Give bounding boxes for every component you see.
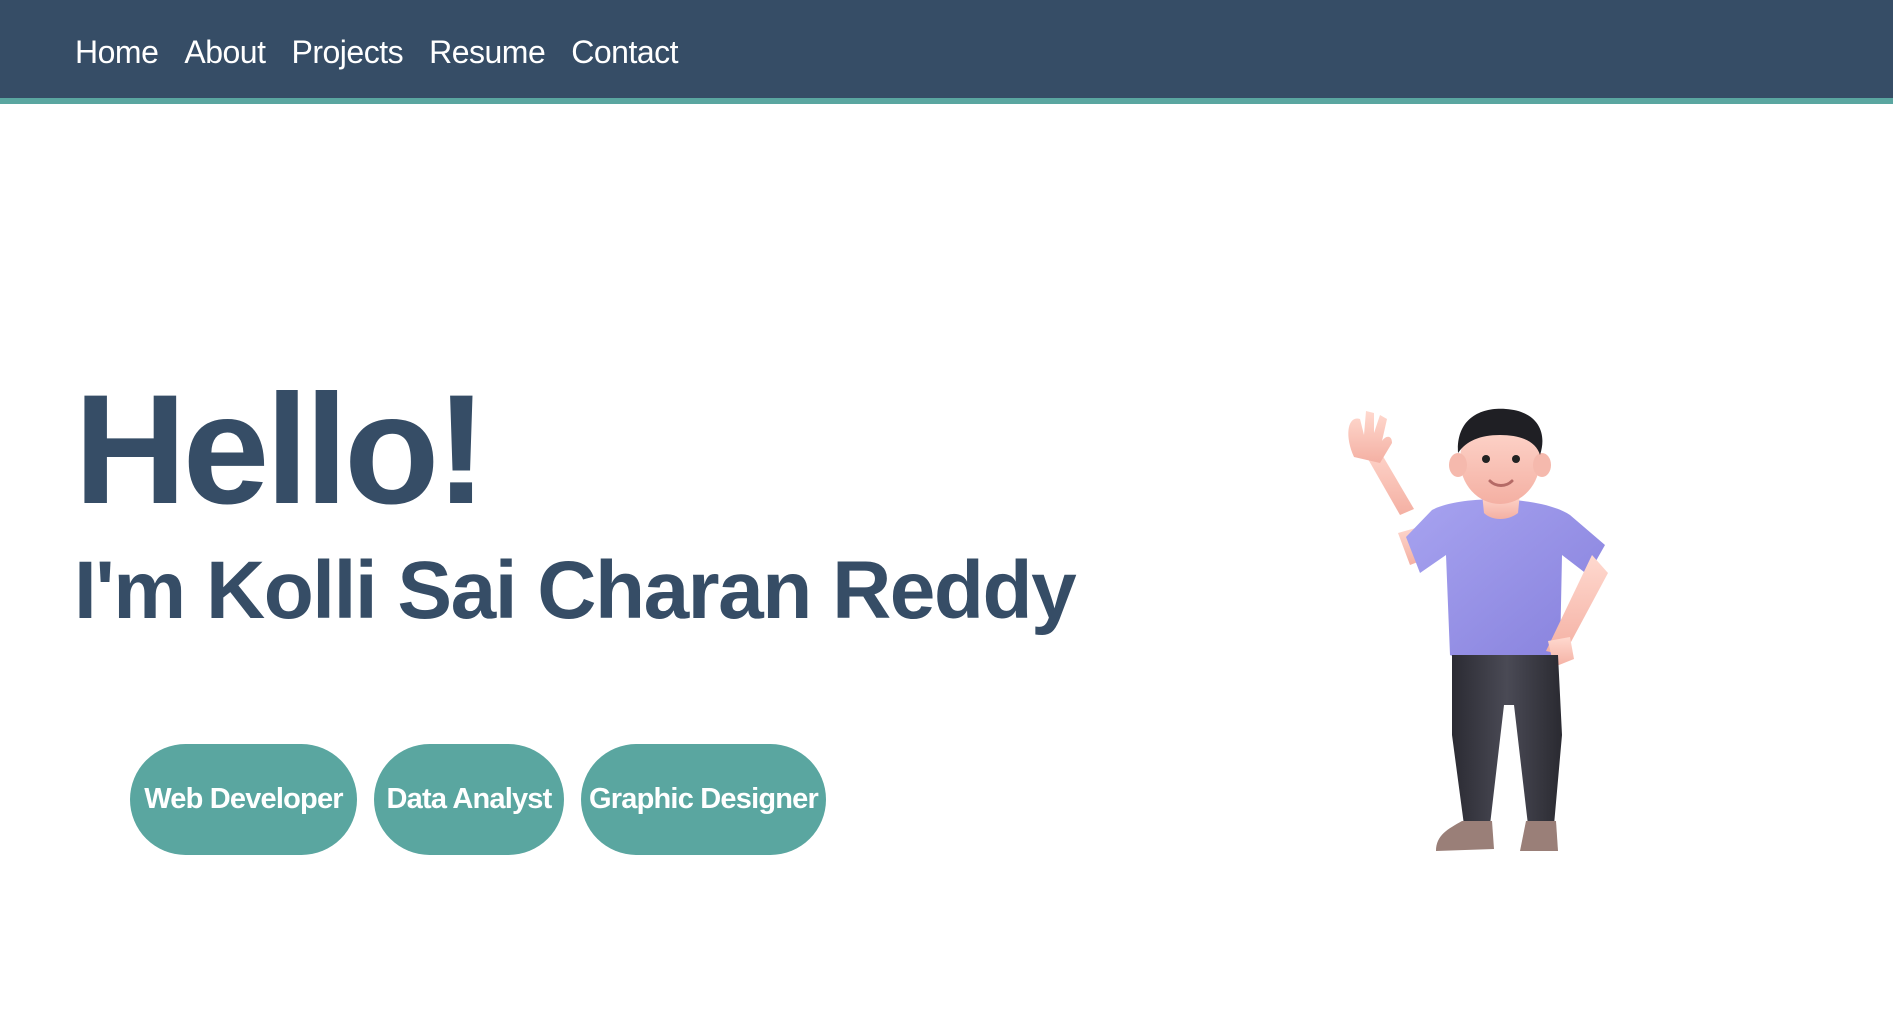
- nav-link-contact[interactable]: Contact: [571, 34, 678, 71]
- hero-section: Hello! I'm Kolli Sai Charan Reddy Web De…: [0, 110, 1893, 1030]
- waving-person-illustration: [1348, 408, 1608, 851]
- role-tag-web-developer[interactable]: Web Developer: [130, 744, 357, 855]
- nav-link-about[interactable]: About: [184, 34, 266, 71]
- nav-link-projects[interactable]: Projects: [291, 34, 403, 71]
- nav-link-home[interactable]: Home: [75, 34, 159, 71]
- role-tag-data-analyst[interactable]: Data Analyst: [374, 744, 564, 855]
- nav-link-resume[interactable]: Resume: [429, 34, 546, 71]
- hero-greeting: Hello!: [74, 363, 487, 537]
- role-tags: Web Developer Data Analyst Graphic Desig…: [130, 744, 826, 855]
- top-navbar: Home About Projects Resume Contact: [0, 0, 1893, 104]
- nav-links: Home About Projects Resume Contact: [75, 0, 679, 106]
- hero-intro-name: I'm Kolli Sai Charan Reddy: [74, 545, 1077, 636]
- role-tag-graphic-designer[interactable]: Graphic Designer: [581, 744, 826, 855]
